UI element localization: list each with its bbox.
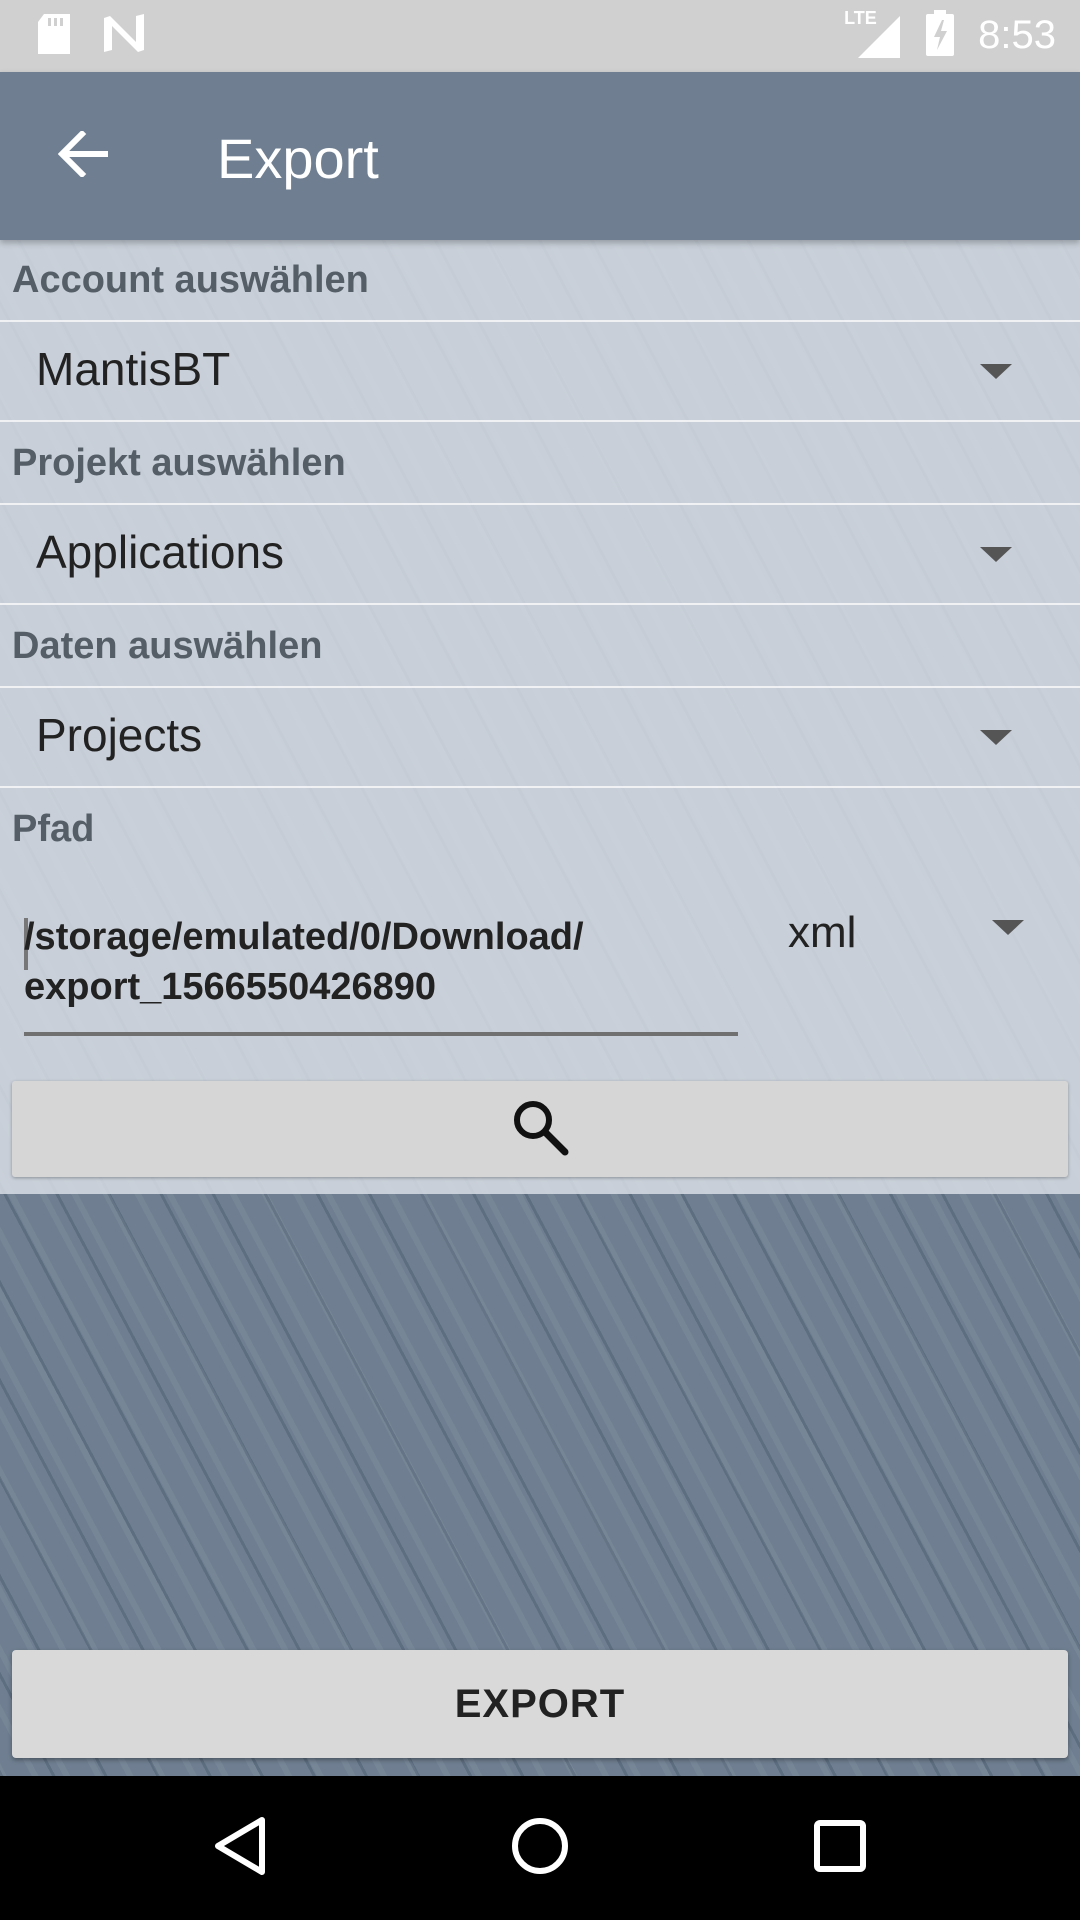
home-circle-icon [510,1816,570,1881]
battery-charging-icon [926,10,955,61]
path-input[interactable]: /storage/emulated/0/Download/ export_156… [24,912,738,1036]
status-bar: LTE 8:53 [0,0,1080,72]
dropdown-arrow-icon[interactable] [992,920,1024,935]
status-time: 8:53 [978,13,1056,57]
nav-recents-button[interactable] [800,1808,880,1888]
export-button[interactable]: EXPORT [12,1650,1068,1758]
nav-home-button[interactable] [500,1808,580,1888]
dropdown-arrow-icon [980,547,1012,562]
nav-back-button[interactable] [200,1808,280,1888]
back-button[interactable] [44,116,124,196]
page-title: Export [217,127,379,190]
arrow-back-icon [57,129,110,182]
account-spinner-value: MantisBT [36,343,231,395]
dropdown-arrow-icon [980,364,1012,379]
screen: LTE 8:53 Export Account auswählen Mantis… [0,0,1080,1920]
sd-card-icon [36,12,72,61]
navigation-bar [0,1776,1080,1920]
path-label: Pfad [12,808,95,850]
account-spinner[interactable]: MantisBT [0,322,1080,418]
project-spinner-value: Applications [36,526,285,578]
back-triangle-icon [212,1816,268,1881]
network-type-label: LTE [844,7,877,28]
divider [0,603,1080,605]
n-notification-icon [102,14,146,59]
lte-signal-icon: LTE [844,8,902,60]
search-icon [511,1098,569,1161]
project-label: Projekt auswählen [12,442,346,484]
background-area: Account auswählen MantisBT Projekt auswä… [0,240,1080,1776]
recents-square-icon [812,1818,868,1879]
path-input-value: /storage/emulated/0/Download/ export_156… [24,916,584,1008]
project-spinner[interactable]: Applications [0,505,1080,601]
browse-path-button[interactable] [12,1081,1068,1177]
app-bar: Export [0,72,1080,240]
data-spinner[interactable]: Projects [0,688,1080,784]
account-label: Account auswählen [12,259,369,301]
export-form: Account auswählen MantisBT Projekt auswä… [0,240,1080,1194]
format-spinner-value[interactable]: xml [788,908,856,958]
data-spinner-value: Projects [36,709,203,761]
divider [0,420,1080,422]
divider [0,786,1080,788]
dropdown-arrow-icon [980,730,1012,745]
data-label: Daten auswählen [12,625,323,667]
